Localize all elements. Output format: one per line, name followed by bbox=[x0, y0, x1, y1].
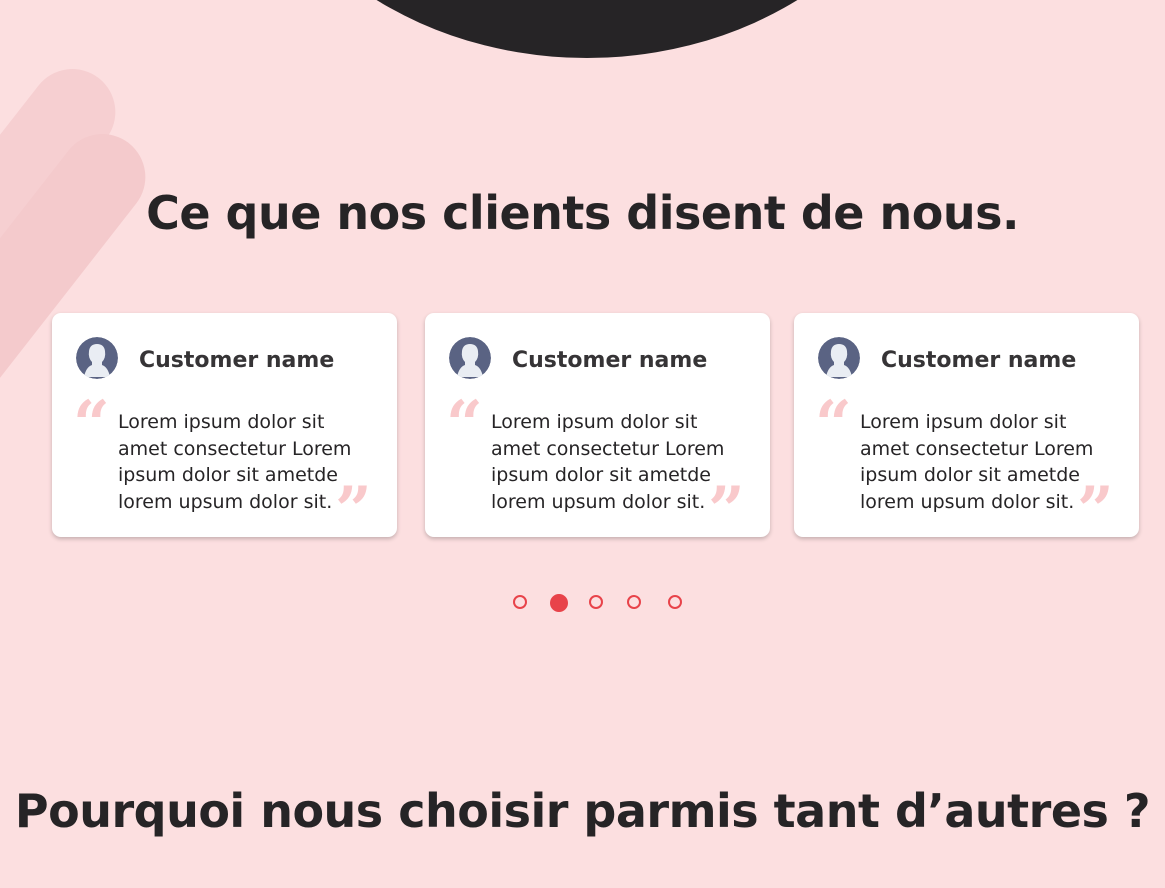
quote-open-icon: “ bbox=[815, 387, 852, 462]
testimonial-text: Lorem ipsum dolor sit amet consectetur L… bbox=[860, 411, 1094, 513]
quote-close-icon: ” bbox=[708, 473, 745, 548]
customer-name: Customer name bbox=[881, 348, 1077, 373]
testimonial-text: Lorem ipsum dolor sit amet consectetur L… bbox=[491, 411, 725, 513]
carousel-dot-3[interactable] bbox=[589, 595, 603, 609]
why-us-title: Pourquoi nous choisir parmis tant d’autr… bbox=[14, 784, 1151, 838]
customer-name: Customer name bbox=[512, 348, 708, 373]
testimonial-text: Lorem ipsum dolor sit amet consectetur L… bbox=[118, 411, 352, 513]
quote-open-icon: “ bbox=[73, 387, 110, 462]
user-silhouette-icon bbox=[76, 337, 118, 379]
testimonials-title: Ce que nos clients disent de nous. bbox=[146, 186, 1019, 240]
testimonial-card: Customer name “ Lorem ipsum dolor sit am… bbox=[794, 313, 1139, 543]
carousel-dot-1[interactable] bbox=[513, 595, 527, 609]
header-arc-decoration bbox=[232, 0, 942, 58]
user-silhouette-icon bbox=[449, 337, 491, 379]
quote-close-icon: ” bbox=[1077, 473, 1114, 548]
testimonial-card: Customer name “ Lorem ipsum dolor sit am… bbox=[425, 313, 770, 543]
quote-open-icon: “ bbox=[446, 387, 483, 462]
customer-name: Customer name bbox=[139, 348, 335, 373]
carousel-dot-2[interactable] bbox=[550, 594, 568, 612]
carousel-dot-5[interactable] bbox=[668, 595, 682, 609]
quote-close-icon: ” bbox=[335, 473, 372, 548]
user-silhouette-icon bbox=[818, 337, 860, 379]
carousel-dot-4[interactable] bbox=[627, 595, 641, 609]
testimonial-card: Customer name “ Lorem ipsum dolor sit am… bbox=[52, 313, 397, 543]
